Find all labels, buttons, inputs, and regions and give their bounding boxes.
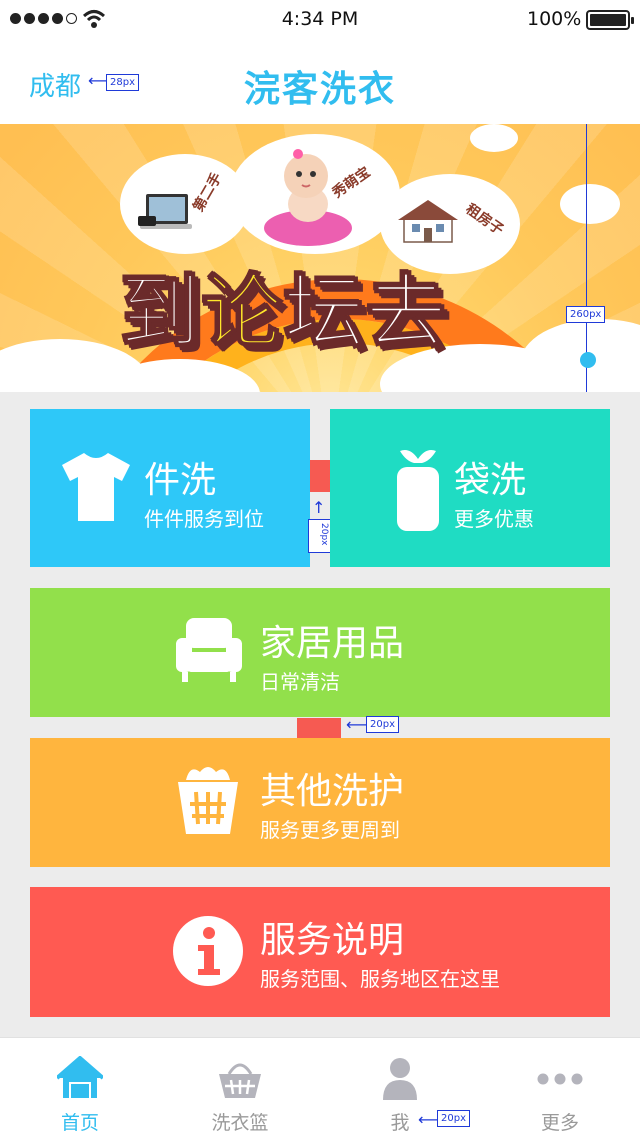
tile-piece-wash[interactable]: 件洗 件件服务到位 bbox=[30, 409, 310, 567]
gap-annotation: 20px bbox=[308, 519, 332, 553]
tile-subtitle: 件件服务到位 bbox=[144, 507, 264, 531]
promo-banner[interactable]: 第二手 秀萌宝 租房子 到论坛去 260px bbox=[0, 124, 640, 392]
baby-image bbox=[264, 149, 352, 246]
carousel-dot-active[interactable] bbox=[580, 352, 596, 368]
battery-icon bbox=[586, 10, 634, 30]
gap-marker bbox=[297, 718, 341, 738]
house-icon bbox=[398, 200, 458, 243]
basket-icon bbox=[178, 767, 238, 834]
home-icon bbox=[57, 1056, 103, 1098]
tab-label: 更多 bbox=[540, 1112, 579, 1134]
tab-bar: 首页 洗衣篮 我 ⟵ 20px 更多 bbox=[0, 1037, 640, 1136]
arrow-up-icon: ↑ bbox=[312, 498, 326, 517]
gap-annotation: 20px bbox=[366, 716, 399, 733]
tile-title: 件洗 bbox=[144, 460, 217, 501]
banner-headline: 到论坛去 bbox=[119, 265, 448, 360]
gap-marker bbox=[310, 460, 330, 492]
tile-title: 服务说明 bbox=[260, 920, 405, 961]
carousel-dot[interactable] bbox=[496, 353, 510, 367]
tile-title: 袋洗 bbox=[454, 460, 527, 501]
tab-gap-annotation: 20px bbox=[437, 1110, 470, 1127]
tab-label: 首页 bbox=[60, 1112, 99, 1134]
carousel-dot[interactable] bbox=[524, 353, 538, 367]
sofa-icon bbox=[176, 618, 242, 682]
tile-subtitle: 日常清洁 bbox=[260, 670, 340, 694]
basket-icon bbox=[219, 1063, 261, 1098]
tile-other-care[interactable]: 其他洗护 服务更多更周到 bbox=[30, 738, 610, 867]
info-icon bbox=[173, 916, 243, 986]
banner-height-annotation: 260px bbox=[566, 306, 606, 323]
tile-service-info[interactable]: 服务说明 服务范围、服务地区在这里 bbox=[30, 887, 610, 1017]
tile-subtitle: 服务范围、服务地区在这里 bbox=[260, 967, 500, 991]
tab-laundry-basket[interactable]: 洗衣篮 bbox=[160, 1038, 320, 1136]
carousel-dot[interactable] bbox=[552, 353, 566, 367]
tile-home-goods[interactable]: 家居用品 日常清洁 bbox=[30, 588, 610, 717]
more-icon bbox=[537, 1073, 583, 1085]
tile-bag-wash[interactable]: 袋洗 更多优惠 bbox=[330, 409, 610, 567]
laptop-icon bbox=[138, 194, 192, 229]
page-title: 浣客洗衣 bbox=[243, 69, 396, 110]
tab-label: 洗衣篮 bbox=[211, 1112, 269, 1134]
laundry-bag-icon bbox=[397, 450, 439, 531]
battery-percent: 100% bbox=[527, 8, 582, 30]
nav-bar: 成都 ⟵ 28px 浣客洗衣 bbox=[0, 40, 640, 124]
tab-more[interactable]: 更多 bbox=[480, 1038, 640, 1136]
tab-home[interactable]: 首页 bbox=[0, 1038, 160, 1136]
tile-subtitle: 服务更多更周到 bbox=[260, 818, 400, 842]
status-bar: 4:34 PM 100% bbox=[0, 0, 640, 40]
tile-subtitle: 更多优惠 bbox=[454, 507, 534, 531]
cloud-decoration bbox=[560, 184, 620, 224]
cloud-decoration bbox=[470, 124, 518, 152]
tile-title: 家居用品 bbox=[260, 623, 405, 664]
tile-title: 其他洗护 bbox=[260, 771, 405, 812]
tshirt-icon bbox=[62, 453, 130, 521]
carousel-pagination[interactable] bbox=[496, 352, 596, 368]
person-icon bbox=[383, 1058, 417, 1100]
